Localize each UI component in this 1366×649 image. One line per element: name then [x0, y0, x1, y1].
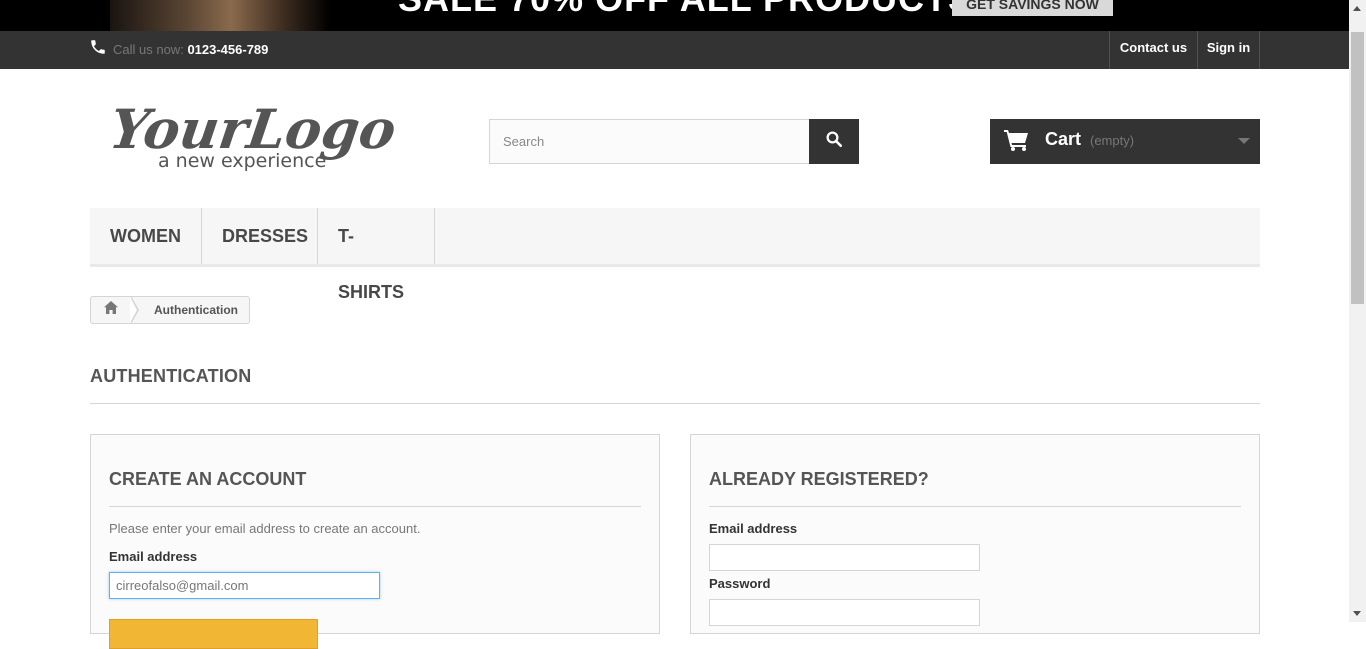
- search-button[interactable]: [809, 119, 859, 164]
- banner-sale-text: SALE 70% OFF ALL PRODUCTS: [398, 0, 973, 20]
- breadcrumb: Authentication: [90, 296, 250, 324]
- main-menu: Women Dresses T-shirts: [90, 208, 1260, 302]
- cart-widget[interactable]: Cart (empty): [990, 119, 1260, 164]
- create-account-form: Create an account Please enter your emai…: [90, 434, 660, 649]
- menu-item-dresses[interactable]: Dresses: [202, 208, 318, 264]
- cart-icon: [1004, 128, 1030, 157]
- menu-item-tshirts[interactable]: T-shirts: [318, 208, 435, 302]
- get-savings-button[interactable]: GET SAVINGS NOW: [952, 0, 1113, 16]
- top-nav-bar: Call us now: 0123-456-789 Contact us Sig…: [0, 31, 1349, 69]
- password-label: Password: [709, 576, 771, 591]
- create-email-label: Email address: [109, 549, 198, 564]
- page-title: Authentication: [90, 366, 1260, 404]
- create-account-instructions: Please enter your email address to creat…: [109, 521, 421, 536]
- search-input[interactable]: [489, 119, 810, 164]
- call-us-text: Call us now: 0123-456-789: [113, 42, 268, 57]
- site-logo[interactable]: YourLogo a new experience: [106, 88, 402, 178]
- menu-item-women[interactable]: Women: [90, 208, 202, 264]
- call-us-label: Call us now:: [113, 42, 184, 57]
- create-account-button[interactable]: [109, 619, 318, 649]
- home-icon: [104, 301, 118, 319]
- cart-status: (empty): [1090, 133, 1135, 148]
- create-email-field[interactable]: [109, 572, 380, 599]
- promo-banner[interactable]: SALE 70% OFF ALL PRODUCTS GET SAVINGS NO…: [0, 0, 1349, 31]
- sign-in-link[interactable]: Sign in: [1197, 31, 1260, 69]
- breadcrumb-separator-inner: [130, 297, 137, 323]
- breadcrumb-home[interactable]: [91, 297, 131, 323]
- phone-icon: [89, 38, 107, 56]
- scroll-up-icon[interactable]: [1353, 6, 1361, 11]
- login-title: Already registered?: [709, 469, 1241, 507]
- scrollbar-thumb[interactable]: [1351, 32, 1364, 304]
- banner-model-image: [110, 0, 330, 31]
- login-email-label: Email address: [709, 521, 798, 536]
- login-form: Already registered? Email address Passwo…: [690, 434, 1260, 634]
- search-icon: [825, 130, 843, 153]
- cart-label: Cart: [1045, 129, 1082, 149]
- logo-tagline: a new experience: [158, 150, 326, 172]
- phone-number: 0123-456-789: [187, 42, 269, 57]
- chevron-down-icon[interactable]: [1238, 138, 1250, 144]
- create-account-title: Create an account: [109, 469, 641, 507]
- contact-us-link[interactable]: Contact us: [1109, 31, 1197, 69]
- login-email-field[interactable]: [709, 544, 980, 571]
- scroll-down-icon[interactable]: [1353, 611, 1361, 616]
- breadcrumb-current: Authentication: [154, 303, 238, 317]
- page-scrollbar[interactable]: [1349, 0, 1366, 622]
